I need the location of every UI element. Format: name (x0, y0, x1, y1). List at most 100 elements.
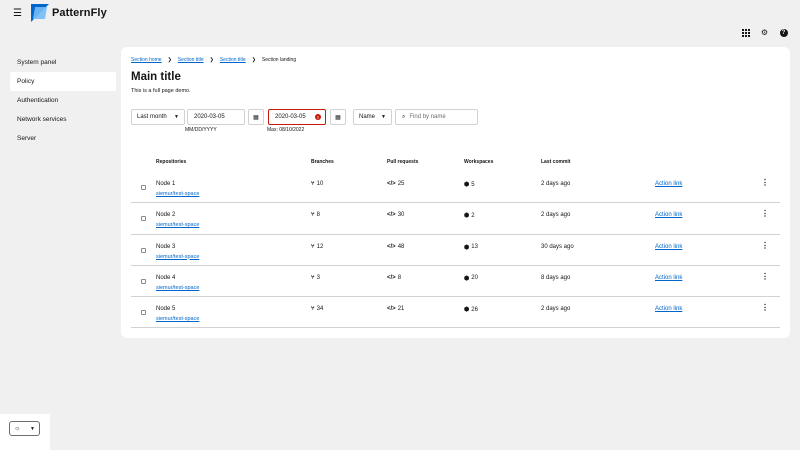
column-header-pull-requests[interactable]: Pull requests (387, 159, 418, 165)
action-link[interactable]: Action link (655, 275, 682, 281)
kebab-menu-icon[interactable]: ⋮ (761, 210, 769, 218)
code-branch-icon: ⑂ (311, 181, 315, 187)
masthead: ☰ PatternFly ⚙ ? (0, 0, 800, 44)
branches-cell: ⑂ 34 (311, 306, 323, 312)
caret-down-icon: ▼ (30, 425, 35, 432)
workspaces-count: 26 (471, 306, 478, 313)
workspaces-cell: ⬢ 5 (464, 181, 475, 189)
action-link[interactable]: Action link (655, 212, 682, 218)
theme-switcher-panel: ☼ ▼ (0, 414, 50, 450)
column-header-workspaces[interactable]: Workspaces (464, 159, 493, 165)
branches-cell: ⑂ 12 (311, 244, 323, 250)
sidebar-item-system-panel[interactable]: System panel (10, 53, 116, 72)
chevron-right-icon: ❯ (167, 57, 172, 63)
workspaces-cell: ⬢ 2 (464, 212, 475, 220)
kebab-menu-icon[interactable]: ⋮ (761, 179, 769, 187)
theme-toggle-button[interactable]: ☼ ▼ (9, 421, 40, 436)
repo-link[interactable]: siemur/test-space (156, 316, 199, 322)
repo-link[interactable]: siemur/test-space (156, 191, 199, 197)
hamburger-menu-icon[interactable]: ☰ (13, 9, 23, 19)
pull-requests-count: 30 (397, 212, 405, 219)
kebab-menu-icon[interactable]: ⋮ (761, 241, 769, 250)
sidebar-item-label: Policy (17, 78, 35, 85)
last-commit: 8 days ago (541, 274, 571, 281)
repo-name: Node 5 (156, 306, 176, 313)
attribute-select[interactable]: Name ▼ (353, 109, 392, 125)
period-select[interactable]: Last month ▼ (131, 109, 185, 125)
code-icon: </> (387, 212, 396, 219)
pull-requests-count: 48 (397, 243, 405, 250)
workspaces-cell: ⬢ 26 (464, 306, 478, 314)
repo-link[interactable]: siemur/test-space (156, 254, 199, 260)
calendar-icon: ▦ (335, 114, 341, 121)
table-row: Node 3 siemur/test-space ⑂ 12 </> 48 ⬢ 13 3… (131, 235, 780, 266)
action-link[interactable]: Action link (655, 306, 682, 312)
sidebar-item-label: Authentication (17, 97, 59, 104)
cube-icon: ⬢ (464, 213, 470, 220)
search-input[interactable]: ⌕ Find by name (395, 109, 478, 125)
start-date-helper-text: MM/DD/YYYY (185, 127, 217, 133)
kebab-menu-icon[interactable]: ⋮ (761, 304, 769, 312)
column-header-branches[interactable]: Branches (311, 159, 334, 165)
start-date-calendar-button[interactable]: ▦ (248, 109, 264, 125)
breadcrumb-link[interactable]: Section home (131, 57, 162, 63)
column-header-last-commit[interactable]: Last commit (541, 159, 570, 165)
search-icon: ⌕ (402, 113, 406, 120)
table-header: Repositories Branches Pull requests Work… (131, 152, 780, 172)
row-checkbox[interactable] (141, 216, 146, 222)
pull-requests-count: 8 (397, 274, 402, 281)
end-date-input[interactable]: 2020-03-05 ! (268, 109, 326, 125)
caret-down-icon: ▼ (174, 114, 179, 120)
end-date-calendar-button[interactable]: ▦ (330, 109, 346, 125)
pull-requests-count: 25 (397, 181, 405, 187)
branches-cell: ⑂ 3 (311, 275, 320, 281)
row-checkbox[interactable] (141, 247, 146, 253)
page-description: This is a full page demo. (131, 88, 191, 94)
sidebar-item-label: Network services (17, 116, 67, 123)
row-checkbox[interactable] (141, 278, 146, 284)
workspaces-cell: ⬢ 13 (464, 244, 478, 251)
code-icon: </> (387, 306, 396, 313)
row-checkbox[interactable] (141, 185, 146, 190)
sidebar-item-network-services[interactable]: Network services (10, 110, 116, 129)
breadcrumb-link[interactable]: Section title (178, 57, 204, 63)
pull-requests-cell: </> 48 (387, 244, 404, 250)
sidebar-item-server[interactable]: Server (10, 129, 116, 148)
end-date-helper-text: Max: 08/10/2022 (267, 127, 305, 133)
breadcrumb-link[interactable]: Section title (220, 57, 246, 63)
cube-icon: ⬢ (464, 244, 470, 251)
start-date-value: 2020-03-05 (194, 114, 225, 120)
repo-name: Node 2 (156, 212, 176, 219)
cube-icon: ⬢ (464, 275, 470, 282)
caret-down-icon: ▼ (381, 114, 386, 120)
kebab-menu-icon[interactable]: ⋮ (761, 272, 769, 281)
attribute-select-value: Name (359, 114, 376, 120)
repo-link[interactable]: siemur/test-space (156, 285, 199, 291)
app-launcher-icon[interactable] (741, 28, 750, 37)
help-icon[interactable]: ? (779, 28, 788, 37)
repo-link[interactable]: siemur/test-space (156, 222, 199, 228)
row-checkbox[interactable] (141, 310, 146, 316)
repo-name: Node 1 (156, 181, 176, 187)
sidebar: System panel Policy Authentication Netwo… (0, 44, 120, 450)
start-date-input[interactable]: 2020-03-05 (187, 109, 245, 125)
table-row: Node 2 siemur/test-space ⑂ 8 </> 30 ⬢ 2 2 d… (131, 203, 780, 235)
workspaces-count: 5 (471, 181, 475, 188)
branches-count: 8 (316, 212, 320, 219)
last-commit: 30 days ago (541, 243, 574, 250)
end-date-value: 2020-03-05 (275, 114, 306, 120)
brand-logo[interactable]: PatternFly (31, 4, 107, 22)
sidebar-item-label: Server (17, 135, 37, 142)
code-icon: </> (387, 274, 396, 281)
branches-cell: ⑂ 8 (311, 212, 320, 218)
column-header-repositories[interactable]: Repositories (156, 159, 186, 165)
gear-icon[interactable]: ⚙ (760, 28, 769, 37)
pull-requests-count: 21 (397, 306, 405, 313)
action-link[interactable]: Action link (655, 181, 682, 187)
pull-requests-cell: </> 21 (387, 306, 404, 312)
sidebar-item-authentication[interactable]: Authentication (10, 91, 116, 110)
action-link[interactable]: Action link (655, 244, 682, 250)
sidebar-item-policy[interactable]: Policy (10, 72, 116, 91)
table-row: Node 5 siemur/test-space ⑂ 34 </> 21 ⬢ 26 2… (131, 297, 780, 329)
branches-count: 10 (316, 181, 324, 187)
